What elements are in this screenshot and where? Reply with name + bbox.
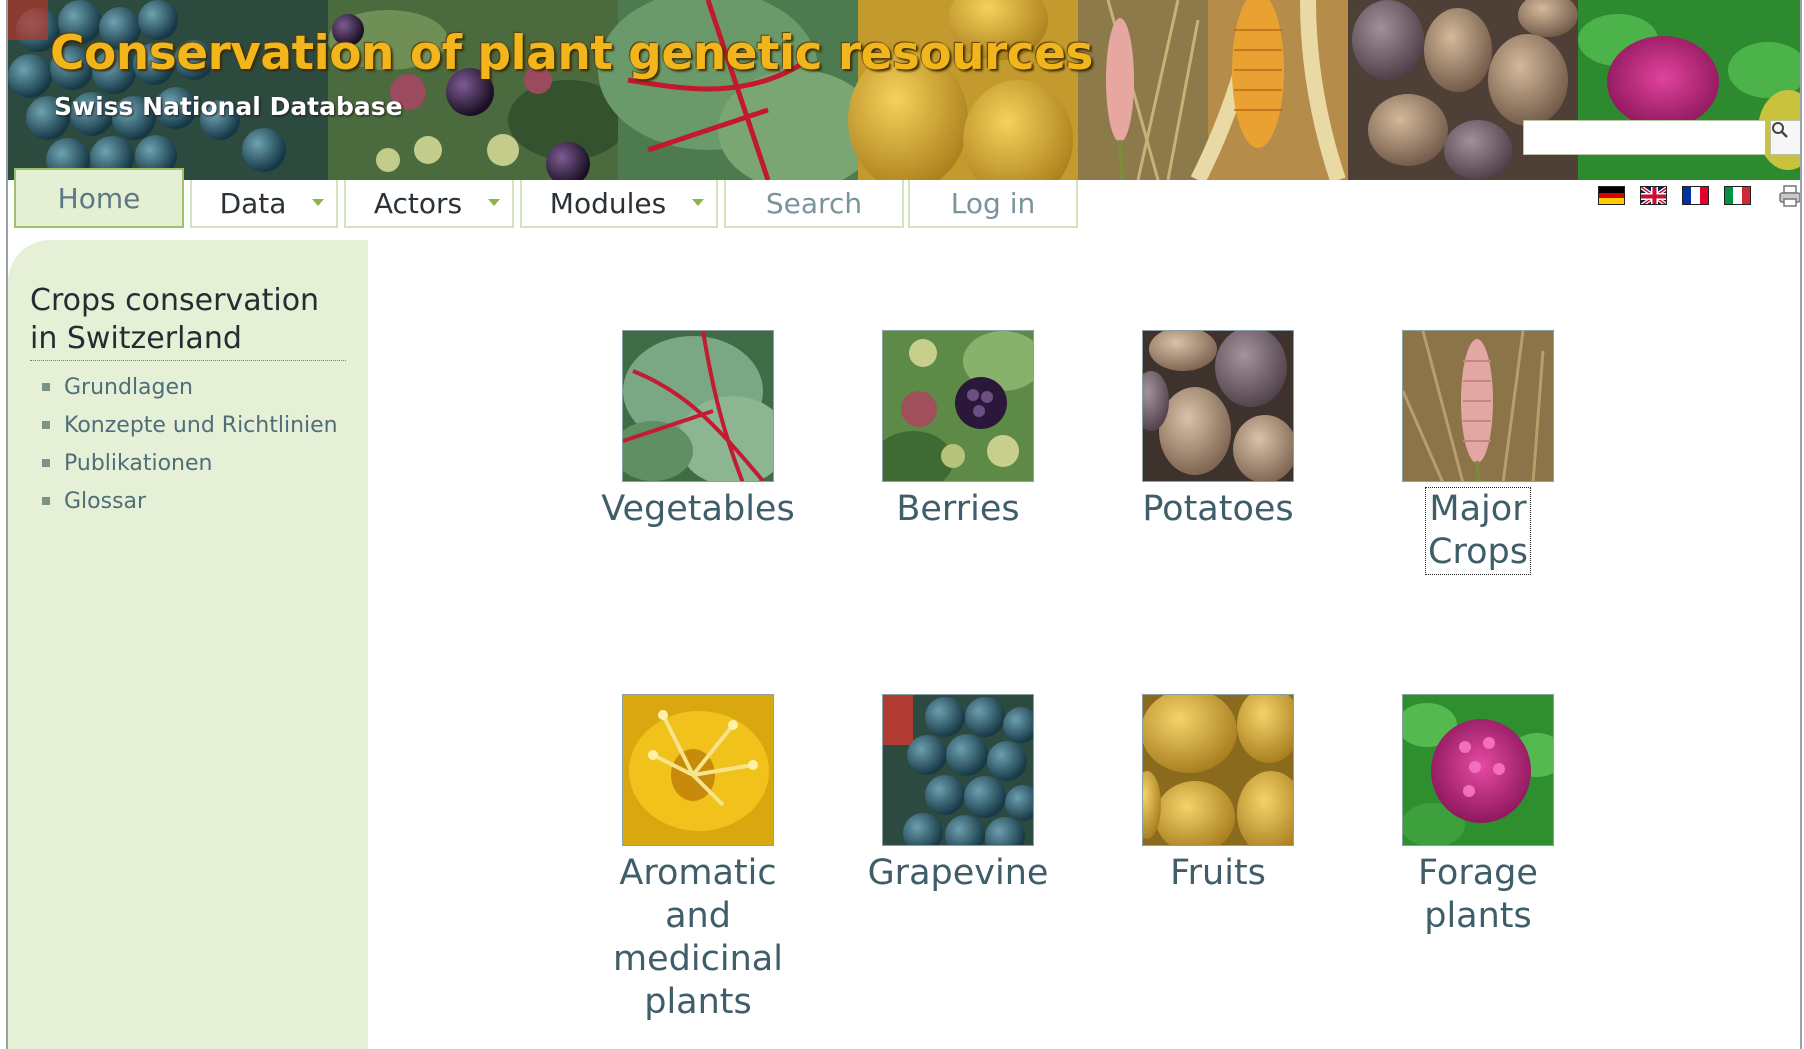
tab-modules[interactable]: Modules (520, 180, 718, 228)
sidebar: Crops conservation in Switzerland Grundl… (8, 240, 368, 1049)
chevron-down-icon (312, 199, 324, 206)
crop-tile-berries[interactable]: Berries (848, 330, 1068, 531)
crop-label[interactable]: Forage plants (1368, 852, 1588, 938)
crop-tile-vegetables[interactable]: Vegetables (588, 330, 808, 531)
crop-label[interactable]: Potatoes (1108, 488, 1328, 531)
sidebar-link-publikationen[interactable]: Publikationen (42, 444, 338, 482)
sidebar-link-glossar[interactable]: Glossar (42, 482, 338, 520)
tab-home[interactable]: Home (14, 168, 184, 228)
header-search-input[interactable] (1523, 120, 1766, 155)
bullet-icon (42, 383, 50, 391)
potatoes-image[interactable] (1142, 330, 1294, 482)
tab-data-label: Data (219, 186, 287, 220)
site-title: Conservation of plant genetic resources (50, 26, 1094, 81)
bullet-icon (42, 459, 50, 467)
crop-tile-fruits[interactable]: Fruits (1108, 694, 1328, 895)
crop-tile-forage-plants[interactable]: Forage plants (1368, 694, 1588, 938)
printer-icon[interactable] (1778, 184, 1800, 212)
grapes-image[interactable] (882, 694, 1034, 846)
tab-search[interactable]: Search (724, 180, 904, 228)
it-flag-icon[interactable] (1724, 186, 1751, 205)
pears-image[interactable] (1142, 694, 1294, 846)
header-banner: Conservation of plant genetic resources … (8, 0, 1800, 180)
tab-home-label: Home (57, 181, 141, 215)
search-icon (1772, 122, 1788, 138)
bullet-icon (42, 497, 50, 505)
yellow-flower-image[interactable] (622, 694, 774, 846)
crop-label[interactable]: Berries (848, 488, 1068, 531)
bullet-icon (42, 421, 50, 429)
crop-label[interactable]: Fruits (1108, 852, 1328, 895)
clover-image[interactable] (1402, 694, 1554, 846)
uk-flag-icon[interactable] (1640, 186, 1667, 205)
tab-log-in-label: Log in (950, 186, 1036, 220)
main-navigation: Home Data Actors Modules Search Log in (8, 168, 1800, 230)
tab-modules-label: Modules (549, 186, 667, 220)
chevron-down-icon (488, 199, 500, 206)
browser-page: Conservation of plant genetic resources … (6, 0, 1802, 1049)
sidebar-link-konzepte[interactable]: Konzepte und Richtlinien (42, 406, 338, 444)
language-selector (1598, 186, 1751, 205)
crop-label[interactable]: Vegetables (588, 488, 808, 531)
crop-label[interactable]: Major Crops (1368, 487, 1588, 575)
de-flag-icon[interactable] (1598, 186, 1625, 205)
crop-tile-potatoes[interactable]: Potatoes (1108, 330, 1328, 531)
crop-tile-major-crops[interactable]: Major Crops (1368, 330, 1588, 575)
crop-tile-aromatic-medicinal[interactable]: Aromatic and medicinal plants (588, 694, 808, 1024)
tab-actors[interactable]: Actors (344, 180, 514, 228)
header-search-button[interactable] (1770, 120, 1800, 155)
fr-flag-icon[interactable] (1682, 186, 1709, 205)
sidebar-link-grundlagen[interactable]: Grundlagen (42, 368, 338, 406)
tab-actors-label: Actors (373, 186, 463, 220)
tab-search-label: Search (765, 186, 863, 220)
chevron-down-icon (692, 199, 704, 206)
crop-label[interactable]: Aromatic and medicinal plants (588, 852, 808, 1024)
tab-log-in[interactable]: Log in (908, 180, 1078, 228)
sidebar-title: Crops conservation in Switzerland (30, 282, 346, 361)
crop-tile-grapevine[interactable]: Grapevine (848, 694, 1068, 895)
sidebar-links: Grundlagen Konzepte und Richtlinien Publ… (42, 368, 338, 520)
site-subtitle: Swiss National Database (54, 92, 403, 121)
chard-leaf-image[interactable] (622, 330, 774, 482)
crop-label[interactable]: Grapevine (848, 852, 1068, 895)
blackberry-image[interactable] (882, 330, 1034, 482)
tab-data[interactable]: Data (190, 180, 338, 228)
grain-ear-image[interactable] (1402, 330, 1554, 482)
